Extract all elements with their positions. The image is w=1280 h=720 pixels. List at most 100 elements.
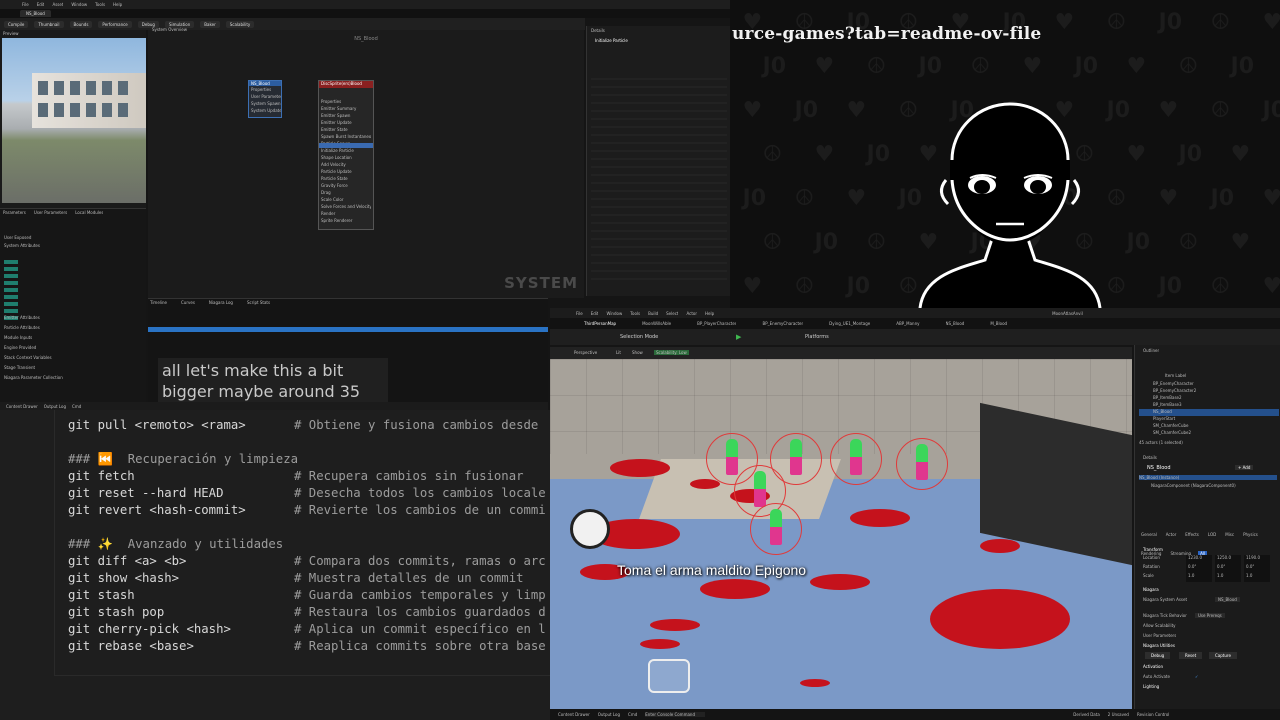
output-log-button[interactable]: Output Log — [44, 404, 66, 409]
param-section[interactable]: Stack Context Variables — [4, 355, 142, 360]
reset-button[interactable]: Reset — [1179, 652, 1203, 659]
tab-asset[interactable]: NS_Blood — [946, 321, 965, 326]
transform-value-field[interactable]: 1.0 — [1215, 573, 1241, 582]
scalability-button[interactable]: Scalability — [225, 20, 255, 28]
node-row[interactable]: Emitter Summary — [321, 106, 371, 113]
menu-help[interactable]: Help — [113, 2, 122, 7]
play-icon[interactable]: ▶ — [736, 333, 741, 341]
niagara-section[interactable]: Niagara — [1143, 587, 1159, 592]
transform-value-field[interactable]: 1190.0 — [1244, 555, 1270, 564]
utilities-section[interactable]: Niagara Utilities — [1143, 643, 1175, 648]
transform-value-field[interactable]: 1230.0 — [1186, 555, 1212, 564]
lighting-section[interactable]: Lighting — [1143, 684, 1159, 689]
tab-niagara-log[interactable]: Niagara Log — [209, 300, 233, 305]
enemy-character[interactable] — [916, 444, 928, 480]
bounds-button[interactable]: Bounds — [69, 20, 93, 28]
tick-behavior-dropdown[interactable]: Use Prereqs — [1195, 613, 1225, 618]
show-button[interactable]: Show — [632, 350, 643, 355]
transform-value-field[interactable]: 0.0° — [1244, 564, 1270, 573]
menu-asset[interactable]: Asset — [52, 2, 63, 7]
outliner-item[interactable]: BP_EnemyCharacter2 — [1139, 388, 1279, 395]
enemy-character[interactable] — [726, 439, 738, 475]
param-section[interactable]: System Attributes — [4, 243, 142, 248]
system-overview-graph[interactable]: System Overview NS_Blood NS_Blood Proper… — [148, 27, 584, 298]
node-row[interactable]: System Update — [249, 107, 281, 114]
content-drawer-button[interactable]: Content Drawer — [558, 712, 590, 717]
cmd-button[interactable]: Cmd — [72, 404, 81, 409]
details-filter-tab[interactable]: Physics — [1241, 532, 1260, 537]
niagara-row[interactable]: User Parameters — [1143, 633, 1176, 638]
tab-timeline[interactable]: Timeline — [150, 300, 167, 305]
tab-asset[interactable]: BP_EnemyCharacter — [762, 321, 803, 326]
baker-button[interactable]: Baker — [200, 20, 220, 28]
tab-asset[interactable]: M_Blood — [990, 321, 1007, 326]
transform-section[interactable]: Transform — [1143, 547, 1163, 552]
menu-select[interactable]: Select — [666, 311, 678, 316]
menu-file[interactable]: File — [576, 311, 583, 316]
lit-button[interactable]: Lit — [616, 350, 621, 355]
node-row[interactable]: Emitter State — [321, 127, 371, 134]
node-row[interactable]: User Parameters — [249, 93, 281, 100]
outliner-item[interactable]: SM_ChamferCube2 — [1139, 430, 1279, 437]
node-row[interactable]: Render — [321, 211, 371, 218]
tab-asset[interactable]: BP_PlayerCharacter — [697, 321, 736, 326]
node-row[interactable]: Properties — [321, 99, 371, 106]
menu-tools[interactable]: Tools — [95, 2, 105, 7]
compile-button[interactable]: Compile — [4, 20, 29, 28]
auto-activate-checkbox[interactable]: ✓ — [1195, 674, 1198, 679]
menu-build[interactable]: Build — [648, 311, 658, 316]
outliner-item[interactable]: PlayerStart — [1139, 416, 1279, 423]
console-input[interactable]: Enter Console Command — [645, 712, 706, 717]
node-row[interactable]: Spawn Burst Instantaneous — [321, 134, 371, 141]
enemy-character[interactable] — [790, 439, 802, 475]
param-section[interactable]: Emitter Attributes — [4, 315, 142, 320]
details-filter-tab[interactable]: LOD — [1206, 532, 1218, 537]
node-row[interactable]: Add Velocity — [321, 162, 371, 169]
details-filter-tab[interactable]: Effects — [1183, 532, 1201, 537]
output-log-button[interactable]: Output Log — [598, 712, 620, 717]
outliner-item[interactable]: SM_ChamferCube — [1139, 423, 1279, 430]
details-property-list[interactable] — [591, 72, 727, 282]
menu-window[interactable]: Window — [606, 311, 622, 316]
tab-script-stats[interactable]: Script Stats — [247, 300, 270, 305]
content-drawer-button[interactable]: Content Drawer — [6, 404, 38, 409]
param-section[interactable]: Particle Attributes — [4, 325, 142, 330]
node-row[interactable]: Particle State — [321, 176, 371, 183]
performance-button[interactable]: Performance — [98, 20, 132, 28]
tab-asset[interactable]: ABP_Manny — [896, 321, 919, 326]
transform-value-field[interactable]: 1.0 — [1186, 573, 1212, 582]
selection-mode-dropdown[interactable]: Selection Mode — [620, 334, 658, 340]
node-row[interactable]: Initialize Particle — [321, 148, 371, 155]
node-row[interactable]: Sprite Renderer — [321, 218, 371, 225]
node-row[interactable]: Solve Forces and Velocity — [321, 204, 371, 211]
outliner-item[interactable]: BP_EnemyCharacter — [1139, 381, 1279, 388]
outliner-item[interactable]: BP_ItemBase3 — [1139, 402, 1279, 409]
capture-button[interactable]: Capture — [1209, 652, 1237, 659]
tab-map[interactable]: ThirdPersonMap — [584, 321, 616, 326]
node-row[interactable]: Properties — [249, 86, 281, 93]
param-section[interactable]: Stage Transient — [4, 365, 142, 370]
activation-section[interactable]: Activation — [1143, 664, 1163, 669]
node-row[interactable]: Emitter Update — [321, 120, 371, 127]
level-viewport[interactable]: Toma el arma maldito Epigono — [550, 359, 1132, 709]
add-component-button[interactable]: + Add — [1235, 465, 1254, 470]
platforms-dropdown[interactable]: Platforms — [805, 334, 829, 340]
enemy-characters[interactable] — [550, 359, 1132, 709]
timeline-track[interactable] — [148, 327, 548, 332]
details-instance-row[interactable]: NS_Blood (Instance) — [1139, 475, 1277, 480]
param-section[interactable]: Engine Provided — [4, 345, 142, 350]
unsaved-indicator[interactable]: 2 Unsaved — [1108, 712, 1129, 717]
menu-file[interactable]: File — [22, 2, 29, 7]
tab-curves[interactable]: Curves — [181, 300, 195, 305]
menu-edit[interactable]: Edit — [591, 311, 599, 316]
enemy-character[interactable] — [850, 439, 862, 475]
menu-edit[interactable]: Edit — [37, 2, 45, 7]
derived-data-indicator[interactable]: Derived Data — [1073, 712, 1100, 717]
node-row[interactable]: Shape Location — [321, 155, 371, 162]
transform-value-field[interactable]: 1.0 — [1244, 573, 1270, 582]
debug-button[interactable]: Debug — [1145, 652, 1171, 659]
param-section[interactable]: User Exposed — [4, 235, 142, 240]
outliner-item[interactable]: BP_ItemBase2 — [1139, 395, 1279, 402]
system-overview-tab[interactable]: System Overview — [152, 27, 187, 32]
outliner-item[interactable]: NS_Blood — [1139, 409, 1279, 416]
